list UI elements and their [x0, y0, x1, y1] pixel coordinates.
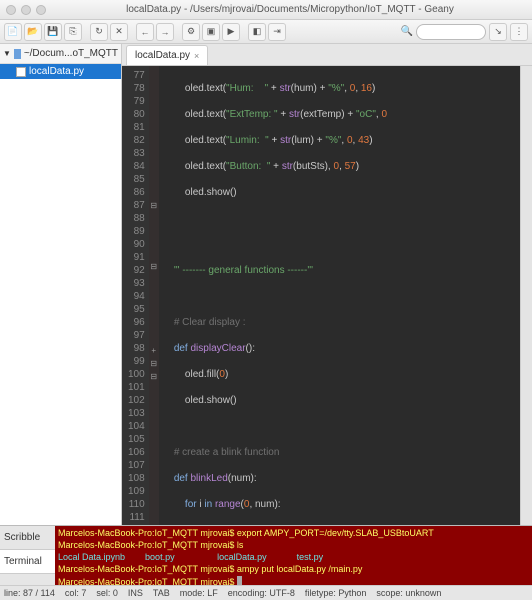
status-scope: scope: unknown — [376, 588, 441, 598]
vertical-scrollbar[interactable] — [520, 66, 532, 525]
folder-icon — [14, 49, 21, 59]
code-content[interactable]: oled.text("Hum: " + str(hum) + "%", 0, 1… — [159, 66, 520, 525]
status-encoding: encoding: UTF-8 — [228, 588, 295, 598]
forward-button[interactable]: → — [156, 23, 174, 41]
tab-scribble[interactable]: Scribble — [0, 526, 55, 550]
title-bar: localData.py - /Users/mjrovai/Documents/… — [0, 0, 532, 20]
open-file-button[interactable]: 📂 — [24, 23, 42, 41]
terminal-panel[interactable]: Marcelos-MacBook-Pro:IoT_MQTT mjrovai$ e… — [55, 526, 532, 585]
close-icon[interactable]: × — [194, 51, 199, 61]
status-line: line: 87 / 114 — [4, 588, 55, 598]
code-editor[interactable]: 7778798081828384858687888990919293949596… — [122, 66, 532, 525]
sidebar-folder[interactable]: ▼ ~/Docum...oT_MQTT — [0, 44, 121, 64]
close-window-icon[interactable] — [6, 5, 16, 15]
save-all-button[interactable]: ⎘ — [64, 23, 82, 41]
new-file-button[interactable]: 📄 — [4, 23, 22, 41]
prefs-button[interactable]: ⋮ — [510, 23, 528, 41]
search-icon: 🔍 — [401, 26, 413, 37]
terminal-cursor — [237, 576, 242, 585]
bottom-tab-bar: Scribble Terminal — [0, 526, 55, 585]
folder-label: ~/Docum...oT_MQTT — [24, 48, 118, 59]
search-input[interactable] — [416, 24, 486, 40]
tab-bar: localData.py × — [122, 44, 532, 66]
status-bar: line: 87 / 114 col: 7 sel: 0 INS TAB mod… — [0, 585, 532, 600]
status-sel: sel: 0 — [96, 588, 118, 598]
build-button[interactable]: ▣ — [202, 23, 220, 41]
close-button[interactable]: ✕ — [110, 23, 128, 41]
goto-button[interactable]: ↘ — [489, 23, 507, 41]
file-icon — [16, 67, 26, 77]
window-title: localData.py - /Users/mjrovai/Documents/… — [54, 4, 526, 15]
tab-label: localData.py — [135, 50, 190, 61]
tab-terminal[interactable]: Terminal — [0, 550, 55, 574]
tab-localdata[interactable]: localData.py × — [126, 45, 208, 65]
save-button[interactable]: 💾 — [44, 23, 62, 41]
minimize-window-icon[interactable] — [21, 5, 31, 15]
sidebar-file[interactable]: localData.py — [0, 64, 121, 79]
status-filetype: filetype: Python — [305, 588, 367, 598]
sidebar: ▼ ~/Docum...oT_MQTT localData.py — [0, 44, 122, 525]
chevron-down-icon: ▼ — [3, 49, 11, 58]
sidebar-file-label: localData.py — [29, 66, 84, 77]
indent-button[interactable]: ⇥ — [268, 23, 286, 41]
back-button[interactable]: ← — [136, 23, 154, 41]
line-gutter: 7778798081828384858687888990919293949596… — [122, 66, 149, 525]
status-tab: TAB — [153, 588, 170, 598]
status-col: col: 7 — [65, 588, 87, 598]
fold-column[interactable]: ⊟⊟+⊟⊟ — [149, 66, 159, 525]
run-button[interactable]: ▶ — [222, 23, 240, 41]
status-mode: mode: LF — [180, 588, 218, 598]
reload-button[interactable]: ↻ — [90, 23, 108, 41]
main-toolbar: 📄 📂 💾 ⎘ ↻ ✕ ← → ⚙ ▣ ▶ ◧ ⇥ 🔍 ↘ ⋮ — [0, 20, 532, 44]
color-button[interactable]: ◧ — [248, 23, 266, 41]
maximize-window-icon[interactable] — [36, 5, 46, 15]
status-ins: INS — [128, 588, 143, 598]
compile-button[interactable]: ⚙ — [182, 23, 200, 41]
